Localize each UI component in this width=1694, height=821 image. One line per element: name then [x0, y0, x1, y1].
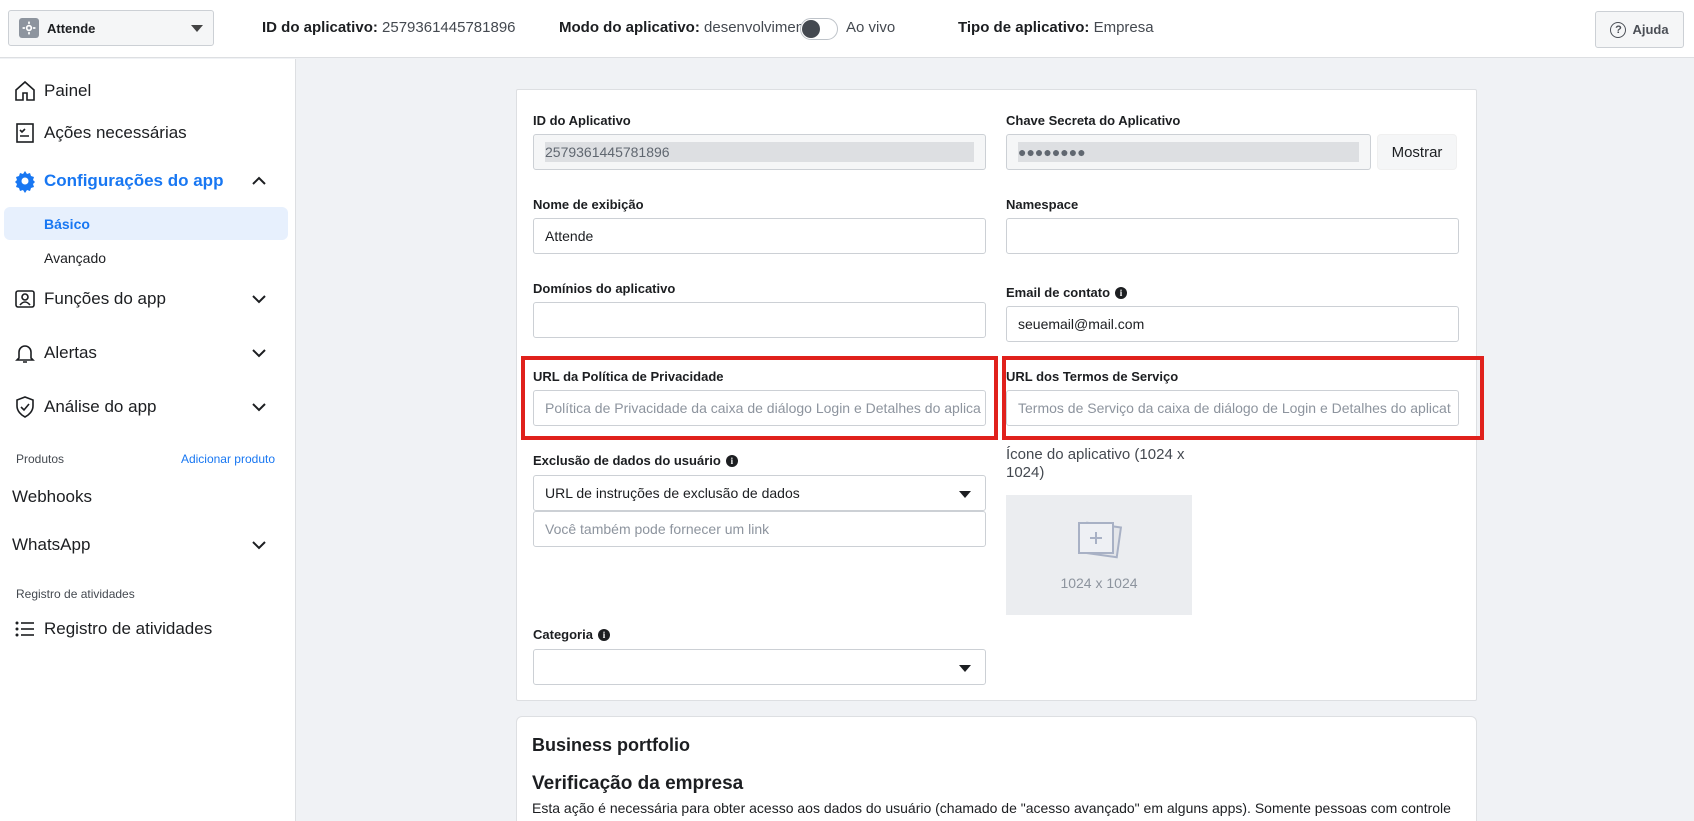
app-domains-label: Domínios do aplicativo	[533, 281, 676, 296]
bell-icon	[12, 340, 38, 366]
sidebar-item-label: Webhooks	[12, 487, 93, 506]
privacy-url-label: URL da Política de Privacidade	[533, 369, 724, 384]
chevron-down-icon	[252, 403, 266, 412]
help-button[interactable]: ? Ajuda	[1595, 11, 1684, 48]
app-id-value: 2579361445781896	[382, 19, 516, 36]
sidebar-item-painel[interactable]: Painel	[0, 77, 296, 105]
sidebar-item-whatsapp[interactable]: WhatsApp	[0, 531, 296, 559]
app-domains-field[interactable]	[533, 302, 986, 338]
data-deletion-label-text: Exclusão de dados do usuário	[533, 453, 721, 468]
sidebar-subitem-label: Básico	[44, 215, 90, 232]
info-icon[interactable]: i	[597, 628, 610, 641]
sidebar-item-webhooks[interactable]: Webhooks	[0, 483, 296, 511]
app-icon-upload[interactable]: 1024 x 1024	[1006, 495, 1192, 615]
sidebar-item-alertas[interactable]: Alertas	[0, 339, 296, 367]
namespace-field[interactable]	[1006, 218, 1459, 254]
data-deletion-select-value: URL de instruções de exclusão de dados	[545, 485, 800, 501]
app-secret-value: ●●●●●●●●	[1018, 142, 1359, 162]
sidebar-item-registro[interactable]: Registro de atividades	[0, 615, 296, 643]
app-type-info: Tipo de aplicativo: Empresa	[958, 19, 1154, 36]
top-bar: Attende ID do aplicativo: 25793614457818…	[0, 0, 1694, 58]
basic-settings-card: ID do Aplicativo 2579361445781896 Chave …	[516, 89, 1484, 701]
app-id-field[interactable]: 2579361445781896	[533, 134, 986, 170]
app-type-label: Tipo de aplicativo:	[958, 19, 1090, 36]
sidebar-item-configuracoes[interactable]: Configurações do app	[0, 167, 296, 195]
category-label: Categoria i	[533, 627, 610, 642]
live-mode-toggle[interactable]	[800, 18, 838, 40]
sidebar: Painel Ações necessárias Configurações d…	[0, 59, 296, 821]
display-name-label: Nome de exibição	[533, 197, 644, 212]
caret-down-icon	[959, 491, 971, 498]
data-deletion-link-field[interactable]: Você também pode fornecer um link	[533, 511, 986, 547]
business-verification-title: Verificação da empresa	[532, 773, 744, 794]
sidebar-subitem-label: Avançado	[44, 249, 107, 266]
products-section-label: Produtos	[16, 452, 65, 466]
business-portfolio-card: Business portfolio Verificação da empres…	[516, 716, 1477, 821]
shield-check-icon	[12, 394, 38, 420]
contact-email-field[interactable]: seuemail@mail.com	[1006, 306, 1459, 342]
sidebar-item-label: Análise do app	[44, 397, 157, 416]
app-icon-caption: Ícone do aplicativo (1024 x 1024)	[1006, 446, 1185, 481]
show-secret-button[interactable]: Mostrar	[1377, 134, 1457, 170]
sidebar-item-label: Funções do app	[44, 289, 166, 308]
sidebar-item-label: WhatsApp	[12, 535, 91, 554]
sidebar-item-label: Alertas	[44, 343, 97, 362]
add-product-link[interactable]: Adicionar produto	[181, 452, 275, 466]
data-deletion-select[interactable]: URL de instruções de exclusão de dados	[533, 475, 986, 511]
category-label-text: Categoria	[533, 627, 593, 642]
sidebar-item-funcoes[interactable]: Funções do app	[0, 285, 296, 313]
terms-url-field[interactable]: Termos de Serviço da caixa de diálogo de…	[1006, 390, 1459, 426]
home-icon	[12, 78, 38, 104]
app-secret-label: Chave Secreta do Aplicativo	[1006, 113, 1181, 128]
info-icon[interactable]: i	[725, 454, 738, 467]
gear-icon	[12, 168, 38, 194]
sidebar-subitem-basico[interactable]: Básico	[4, 207, 288, 240]
checklist-icon	[12, 120, 38, 146]
app-selector-dropdown[interactable]: Attende	[8, 10, 214, 46]
data-deletion-label: Exclusão de dados do usuário i	[533, 453, 738, 468]
app-secret-field[interactable]: ●●●●●●●●	[1006, 134, 1371, 170]
app-id-field-value: 2579361445781896	[545, 142, 974, 162]
app-id-info: ID do aplicativo: 2579361445781896	[262, 19, 516, 36]
chevron-down-icon	[191, 24, 203, 32]
sidebar-item-label: Configurações do app	[44, 171, 224, 190]
live-label: Ao vivo	[846, 19, 896, 36]
contact-email-label: Email de contato i	[1006, 285, 1128, 300]
app-mode-info: Modo do aplicativo: desenvolvimento	[559, 19, 817, 36]
activity-log-section-label: Registro de atividades	[16, 587, 135, 601]
list-icon	[12, 616, 38, 642]
business-verification-desc: Esta ação é necessária para obter acesso…	[532, 800, 1451, 816]
business-portfolio-title: Business portfolio	[532, 735, 691, 755]
app-type-value: Empresa	[1093, 19, 1154, 36]
chevron-down-icon	[252, 295, 266, 304]
sidebar-item-acoes[interactable]: Ações necessárias	[0, 119, 296, 147]
sidebar-item-analise[interactable]: Análise do app	[0, 393, 296, 421]
app-mode-label: Modo do aplicativo:	[559, 19, 700, 36]
sidebar-item-label: Painel	[44, 81, 92, 100]
privacy-url-field[interactable]: Política de Privacidade da caixa de diál…	[533, 390, 986, 426]
image-upload-icon	[1078, 521, 1123, 559]
app-icon-size: 1024 x 1024	[1060, 575, 1138, 591]
sidebar-subitem-avancado[interactable]: Avançado	[4, 241, 288, 274]
app-id-label: ID do aplicativo:	[262, 19, 378, 36]
sidebar-item-label: Ações necessárias	[44, 123, 187, 142]
chevron-up-icon	[252, 176, 266, 185]
roles-icon	[12, 286, 38, 312]
caret-down-icon	[959, 665, 971, 672]
chevron-down-icon	[252, 541, 266, 550]
category-select[interactable]	[533, 649, 986, 685]
app-id-field-label: ID do Aplicativo	[533, 113, 631, 128]
namespace-label: Namespace	[1006, 197, 1079, 212]
toggle-knob	[802, 20, 820, 38]
terms-url-label: URL dos Termos de Serviço	[1006, 369, 1179, 384]
question-icon: ?	[1610, 21, 1627, 38]
sidebar-item-label: Registro de atividades	[44, 619, 213, 638]
chevron-down-icon	[252, 349, 266, 358]
help-label: Ajuda	[1632, 22, 1669, 37]
display-name-field[interactable]: Attende	[533, 218, 986, 254]
app-gear-icon	[19, 18, 39, 38]
contact-email-label-text: Email de contato	[1006, 285, 1111, 300]
app-name: Attende	[47, 20, 96, 36]
info-icon[interactable]: i	[1115, 286, 1128, 299]
